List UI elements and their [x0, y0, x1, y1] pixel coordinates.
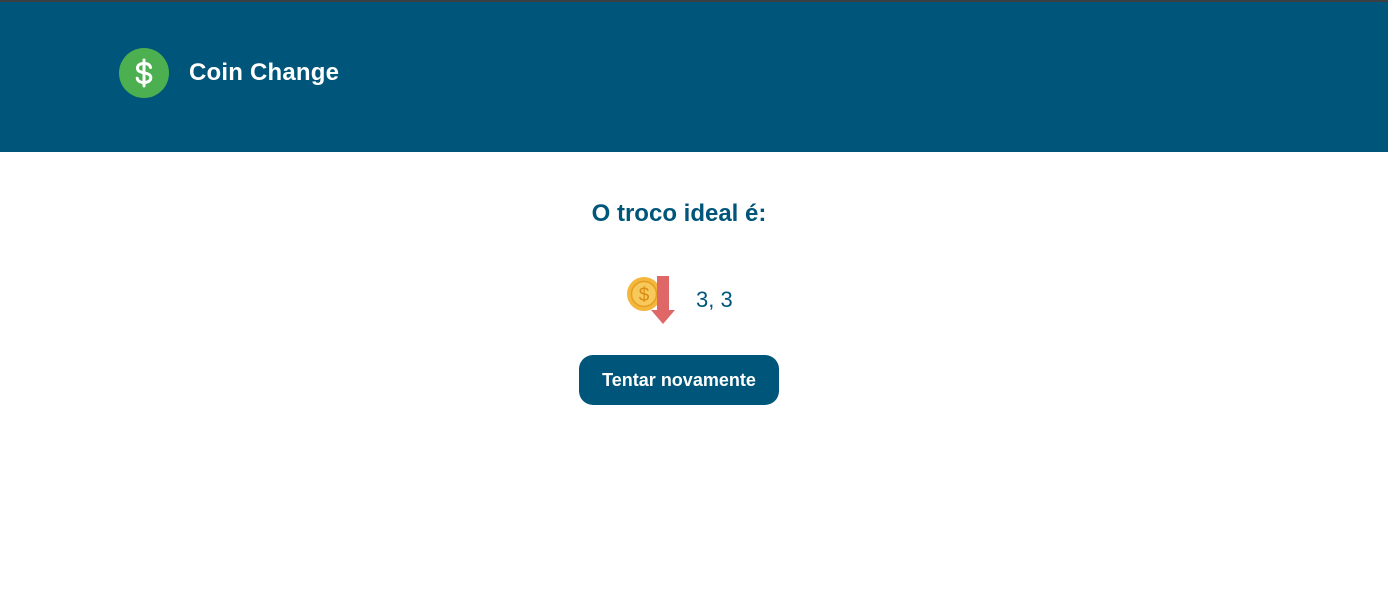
result-row: $ 3, 3 — [626, 274, 733, 326]
result-title: O troco ideal é: — [591, 200, 767, 227]
coin-down-arrow-icon: $ — [627, 276, 675, 324]
dollar-circle-icon — [119, 48, 169, 98]
app-title: Coin Change — [189, 59, 340, 86]
brand: Coin Change — [119, 48, 339, 98]
app-header: Coin Change — [0, 2, 1388, 152]
retry-button[interactable]: Tentar novamente — [579, 355, 779, 405]
svg-text:$: $ — [639, 285, 650, 306]
change-result-value: 3, 3 — [696, 287, 733, 312]
